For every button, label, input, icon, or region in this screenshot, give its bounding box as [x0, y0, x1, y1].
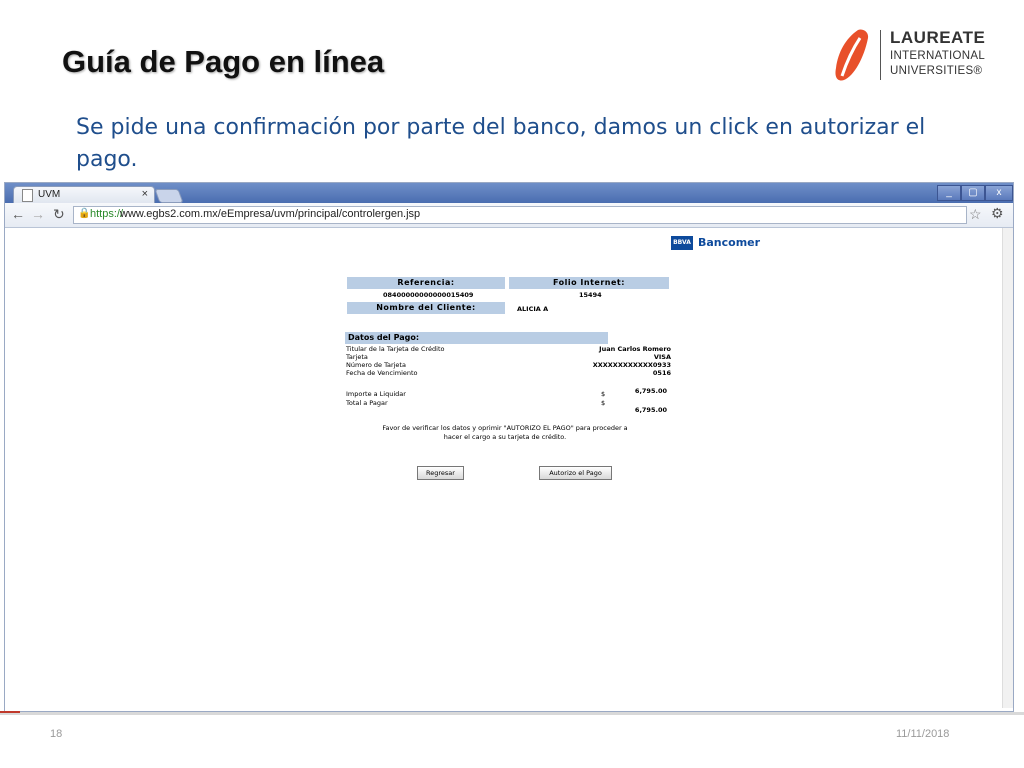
logo-divider	[880, 30, 881, 80]
browser-titlebar: UVM × _ ▢ x	[5, 183, 1013, 204]
datos-pago-header: Datos del Pago:	[345, 332, 608, 344]
bank-name: Bancomer	[698, 236, 761, 249]
confirmation-message: Favor de verificar los datos y oprimir "…	[345, 424, 665, 442]
laureate-logo: LAUREATE INTERNATIONAL UNIVERSITIES®	[828, 28, 1008, 84]
bookmark-star-icon[interactable]: ☆	[969, 206, 982, 223]
bbva-logo: BBVA	[671, 236, 693, 250]
slide-title: Guía de Pago en línea	[62, 44, 385, 79]
folio-header: Folio Internet:	[509, 277, 669, 289]
cliente-value: ALICIA A	[517, 305, 549, 313]
importe-currency: $	[601, 390, 606, 398]
total-currency: $	[601, 399, 606, 407]
footer-divider	[0, 712, 1024, 715]
logo-line3: UNIVERSITIES®	[890, 65, 983, 77]
forward-arrow-icon[interactable]: →	[31, 206, 45, 222]
browser-toolbar: ← → ↻ 🔒 https:// www.egbs2.com.mx/eEmpre…	[5, 203, 1013, 228]
referencia-header: Referencia:	[347, 277, 505, 289]
slide-date: 11/11/2018	[896, 728, 950, 740]
back-arrow-icon[interactable]: ←	[11, 206, 25, 222]
tarjeta-value: VISA	[653, 353, 671, 361]
new-tab-button[interactable]	[154, 189, 184, 203]
numero-label: Número de Tarjeta	[346, 361, 406, 369]
autorizo-pago-button[interactable]: Autorizo el Pago	[539, 466, 612, 480]
message-line-1: Favor de verificar los datos y oprimir "…	[382, 424, 628, 432]
maximize-button[interactable]: ▢	[961, 185, 985, 201]
slide-subtitle: Se pide una confirmación por parte del b…	[76, 115, 926, 172]
total-value: 6,795.00	[634, 406, 667, 414]
tab-label: UVM	[38, 189, 61, 200]
url-scheme: https://	[90, 208, 124, 220]
tarjeta-label: Tarjeta	[346, 353, 368, 361]
browser-window: UVM × _ ▢ x ← → ↻ 🔒 https:// www.egbs2.c…	[4, 182, 1014, 712]
cliente-header: Nombre del Cliente:	[347, 302, 505, 314]
close-button[interactable]: x	[985, 185, 1013, 201]
reload-icon[interactable]: ↻	[53, 206, 65, 223]
bank-page: BBVA Bancomer Referencia: Folio Internet…	[5, 228, 1001, 708]
vertical-scrollbar[interactable]	[1002, 228, 1013, 708]
titular-label: Titular de la Tarjeta de Crédito	[346, 345, 445, 353]
importe-label: Importe a Liquidar	[346, 390, 406, 398]
titular-value: Juan Carlos Romero	[599, 345, 671, 353]
address-bar[interactable]: 🔒 https:// www.egbs2.com.mx/eEmpresa/uvm…	[73, 206, 967, 224]
referencia-value: 08400000000000015409	[383, 291, 474, 299]
folio-value: 15494	[579, 291, 602, 299]
numero-value: XXXXXXXXXXXX0933	[592, 361, 671, 369]
footer-accent	[0, 711, 20, 713]
minimize-button[interactable]: _	[937, 185, 961, 201]
wrench-menu-icon[interactable]: ⚙	[991, 205, 1004, 222]
page-icon	[22, 189, 33, 202]
tab-close-icon[interactable]: ×	[142, 188, 148, 200]
laureate-leaf-icon	[835, 29, 869, 81]
browser-tab[interactable]: UVM ×	[13, 186, 155, 204]
logo-line1: LAUREATE	[890, 28, 986, 47]
page-number: 18	[50, 728, 63, 740]
lock-icon: 🔒	[78, 208, 91, 219]
fecha-label: Fecha de Vencimiento	[346, 369, 418, 377]
url-text: www.egbs2.com.mx/eEmpresa/uvm/principal/…	[120, 208, 421, 220]
importe-value: 6,795.00	[634, 387, 667, 395]
message-line-2: hacer el cargo a su tarjeta de crédito.	[443, 433, 567, 441]
fecha-value: 0516	[652, 369, 671, 377]
logo-line2: INTERNATIONAL	[890, 50, 986, 62]
total-label: Total a Pagar	[346, 399, 388, 407]
regresar-button[interactable]: Regresar	[417, 466, 464, 480]
